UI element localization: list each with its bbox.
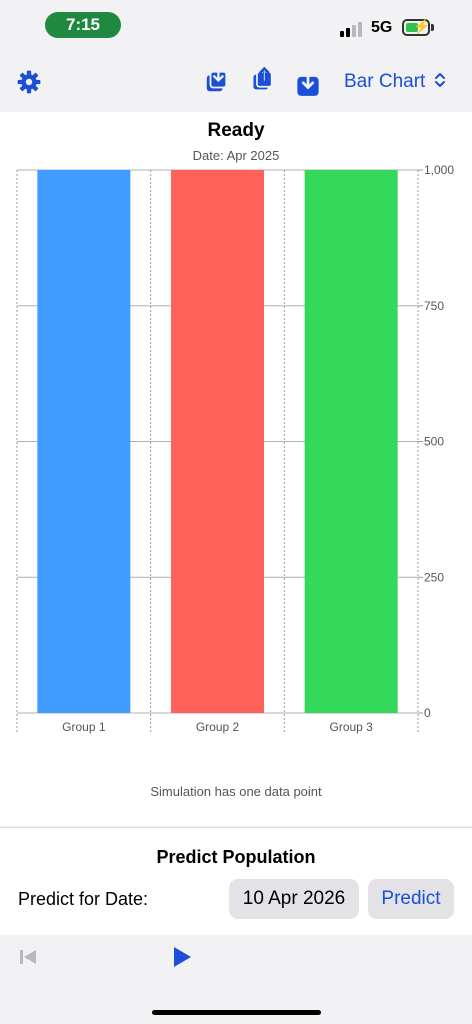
bar-group-3	[304, 170, 398, 713]
predict-panel: Predict Population Predict for Date: 10 …	[0, 827, 472, 935]
predict-date-label: Predict for Date:	[18, 889, 149, 909]
x-tick-label: Group 2	[196, 720, 240, 734]
predict-date-picker[interactable]: 10 Apr 2026	[229, 879, 359, 919]
bar-group-1	[37, 170, 131, 713]
toolbar: Bar Chart	[0, 50, 472, 112]
battery-cap	[431, 24, 434, 31]
x-tick-label: Group 1	[62, 720, 106, 734]
y-tick-label: 1,000	[424, 163, 454, 177]
gear-icon[interactable]	[16, 69, 42, 95]
predict-button[interactable]: Predict	[368, 879, 454, 919]
chart-title: Ready	[207, 120, 265, 141]
battery-icon: ⚡	[402, 18, 430, 36]
chart-type-label: Bar Chart	[344, 71, 426, 92]
chevron-updown-icon	[434, 73, 445, 87]
x-tick-label: Group 3	[329, 720, 373, 734]
bar-chart: 0 250 500 750 1,000 Group 1 Group 2 Group 3	[16, 163, 454, 734]
playback-bar	[0, 936, 472, 1024]
status-time: 7:15	[45, 12, 121, 38]
y-tick-label: 0	[424, 706, 431, 720]
chart-note: Simulation has one data point	[150, 784, 322, 799]
predict-title: Predict Population	[156, 847, 316, 867]
chart-type-menu[interactable]: Bar Chart	[344, 71, 446, 93]
home-indicator	[152, 1010, 321, 1015]
y-tick-label: 250	[424, 570, 444, 584]
import-icon[interactable]	[204, 68, 230, 94]
y-tick-label: 500	[424, 435, 444, 449]
y-tick-label: 750	[424, 299, 444, 313]
skip-back-icon[interactable]	[19, 949, 37, 965]
network-type: 5G	[371, 19, 393, 36]
bar-group-2	[171, 170, 264, 713]
share-icon[interactable]	[250, 66, 276, 92]
status-bar: 7:15 5G ⚡	[0, 0, 472, 50]
download-icon[interactable]	[295, 71, 321, 97]
cellular-signal-icon	[340, 21, 364, 37]
play-icon[interactable]	[172, 946, 192, 968]
chart-panel: 0 250 500 750 1,000 Group 1 Group 2 Group 3 Rea…	[0, 112, 472, 826]
chart-subtitle: Date: Apr 2025	[192, 148, 280, 163]
